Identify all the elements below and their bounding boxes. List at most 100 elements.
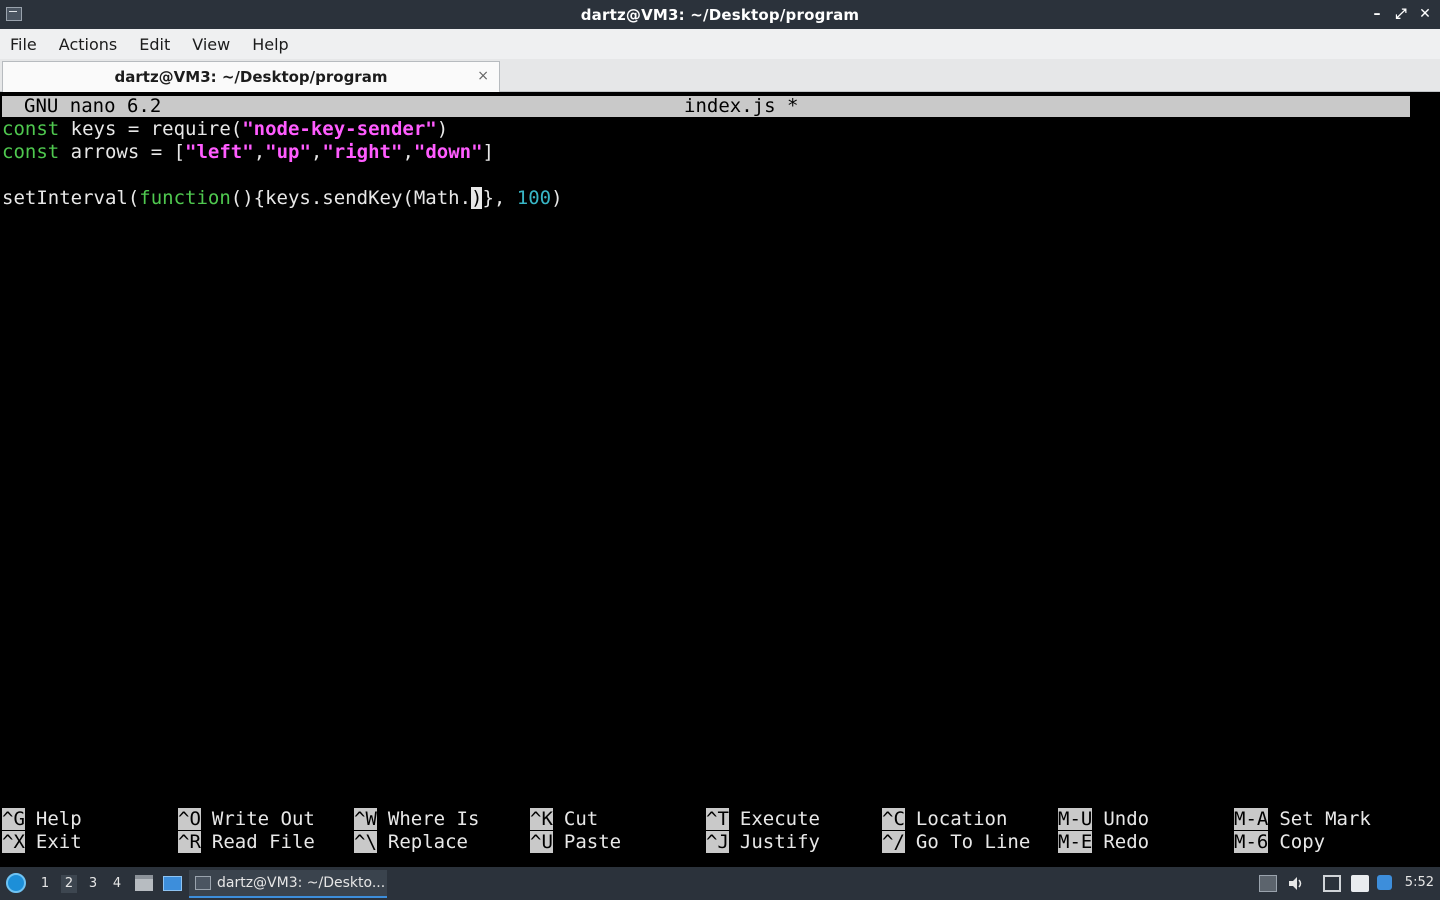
terminal-app-icon[interactable] [6, 7, 22, 21]
shortcut-key: ^T [706, 808, 729, 830]
code-text: , [253, 141, 266, 163]
shortcut-paste[interactable]: ^U Paste [530, 831, 621, 854]
shortcut-key: ^W [354, 808, 377, 830]
clock[interactable]: 5:52 [1405, 875, 1434, 890]
shortcut-cut[interactable]: ^K Cut [530, 808, 598, 831]
code-line-2: const arrows = ["left","up","right","dow… [2, 141, 563, 164]
shortcut-location[interactable]: ^C Location [882, 808, 1007, 831]
shortcut-label: Undo [1103, 808, 1150, 830]
shortcut-label: Read File [211, 831, 315, 853]
shortcut-label: Location [915, 808, 1008, 830]
shortcut-where-is[interactable]: ^W Where Is [354, 808, 479, 831]
taskbar-task-label: dartz@VM3: ~/Deskto... [217, 875, 386, 891]
shortcut-key: ^K [530, 808, 553, 830]
shortcut-set-mark[interactable]: M-A Set Mark [1234, 808, 1371, 831]
clipboard-icon[interactable] [1351, 875, 1369, 892]
shortcut-undo[interactable]: M-U Undo [1058, 808, 1149, 831]
taskbar-terminal-button[interactable]: dartz@VM3: ~/Deskto... [189, 870, 387, 898]
file-manager-icon[interactable] [135, 875, 153, 891]
code-line-1: const keys = require("node-key-sender") [2, 118, 563, 141]
code-text: arrows = [ [59, 141, 186, 163]
code-text: (){keys.sendKey(Math. [230, 187, 472, 209]
code-editor[interactable]: const keys = require("node-key-sender") … [2, 118, 563, 210]
string-literal: "right" [322, 141, 403, 163]
shortcut-exit[interactable]: ^X Exit [2, 831, 82, 854]
shortcut-key: ^U [530, 831, 553, 853]
code-text: , [310, 141, 323, 163]
string-literal: "down" [413, 141, 483, 163]
shortcut-copy[interactable]: M-6 Copy [1234, 831, 1325, 854]
shortcut-label: Replace [387, 831, 468, 853]
shortcut-write-out[interactable]: ^O Write Out [178, 808, 315, 831]
maximize-button[interactable]: ⤢ [1394, 5, 1408, 23]
string-literal: "node-key-sender" [242, 118, 437, 140]
shortcut-read-file[interactable]: ^R Read File [178, 831, 315, 854]
code-text: ] [482, 141, 494, 163]
shortcut-label: Cut [563, 808, 599, 830]
network-icon[interactable] [1323, 875, 1341, 892]
string-literal: "up" [265, 141, 311, 163]
taskbar: 1 2 3 4 dartz@VM3: ~/Deskto... 5:52 [0, 867, 1440, 900]
shortcut-label: Help [35, 808, 82, 830]
shortcut-replace[interactable]: ^\ Replace [354, 831, 468, 854]
shortcut-go-to-line[interactable]: ^/ Go To Line [882, 831, 1030, 854]
minimize-button[interactable]: – [1370, 5, 1384, 23]
nano-version: GNU nano 6.2 [24, 95, 162, 117]
shortcut-key: ^X [2, 831, 25, 853]
menu-edit[interactable]: Edit [139, 35, 170, 54]
menu-file[interactable]: File [10, 35, 37, 54]
shortcut-label: Copy [1279, 831, 1326, 853]
update-notifier-icon[interactable] [1377, 875, 1392, 890]
terminal-area[interactable]: GNU nano 6.2 index.js * const keys = req… [2, 93, 1438, 867]
nano-header: GNU nano 6.2 index.js * [2, 96, 1410, 117]
shortcut-key: M-E [1058, 831, 1093, 853]
shortcut-label: Write Out [211, 808, 315, 830]
string-literal: "left" [185, 141, 254, 163]
code-text: ) [551, 187, 563, 209]
shortcut-label: Go To Line [915, 831, 1031, 853]
shortcut-key: M-6 [1234, 831, 1269, 853]
terminal-icon [195, 876, 211, 890]
keyword: function [139, 187, 231, 209]
volume-icon[interactable] [1287, 875, 1305, 892]
shortcut-key: ^O [178, 808, 201, 830]
shortcut-key: ^\ [354, 831, 377, 853]
shortcut-key: M-A [1234, 808, 1269, 830]
menu-bar: File Actions Edit View Help [0, 29, 1440, 59]
workspace-1[interactable]: 1 [37, 875, 53, 893]
keyword: const [2, 118, 60, 140]
tab-close-icon[interactable]: × [477, 68, 489, 84]
start-menu-icon[interactable] [6, 873, 26, 893]
workspace-2[interactable]: 2 [61, 875, 77, 893]
shortcut-help[interactable]: ^G Help [2, 808, 82, 831]
code-line-4: setInterval(function(){keys.sendKey(Math… [2, 187, 563, 210]
menu-actions[interactable]: Actions [59, 35, 117, 54]
menu-help[interactable]: Help [252, 35, 288, 54]
show-desktop-icon[interactable] [163, 876, 182, 891]
text-cursor: ) [471, 187, 483, 209]
shortcut-label: Where Is [387, 808, 480, 830]
nano-shortcut-bar: ^G Help ^X Exit ^O Write Out ^R Read File ^W… [2, 808, 1410, 856]
number-literal: 100 [516, 187, 552, 209]
close-button[interactable]: ✕ [1418, 5, 1432, 23]
tray-up-arrow-icon[interactable] [1259, 875, 1277, 892]
shortcut-key: M-U [1058, 808, 1093, 830]
shortcut-execute[interactable]: ^T Execute [706, 808, 820, 831]
keyword: const [2, 141, 60, 163]
code-text: , [402, 141, 414, 163]
shortcut-label: Set Mark [1279, 808, 1371, 830]
code-text: }, [482, 187, 517, 209]
shortcut-label: Exit [35, 831, 82, 853]
workspace-4[interactable]: 4 [109, 875, 125, 893]
workspace-3[interactable]: 3 [85, 875, 101, 893]
tab-label: dartz@VM3: ~/Desktop/program [114, 68, 388, 86]
code-text: ) [436, 118, 449, 140]
window-titlebar[interactable]: dartz@VM3: ~/Desktop/program – ⤢ ✕ [0, 0, 1440, 29]
menu-view[interactable]: View [192, 35, 230, 54]
shortcut-key: ^/ [882, 831, 905, 853]
shortcut-justify[interactable]: ^J Justify [706, 831, 820, 854]
terminal-tab[interactable]: dartz@VM3: ~/Desktop/program × [2, 61, 500, 92]
tab-bar: dartz@VM3: ~/Desktop/program × [0, 59, 1440, 92]
shortcut-redo[interactable]: M-E Redo [1058, 831, 1149, 854]
